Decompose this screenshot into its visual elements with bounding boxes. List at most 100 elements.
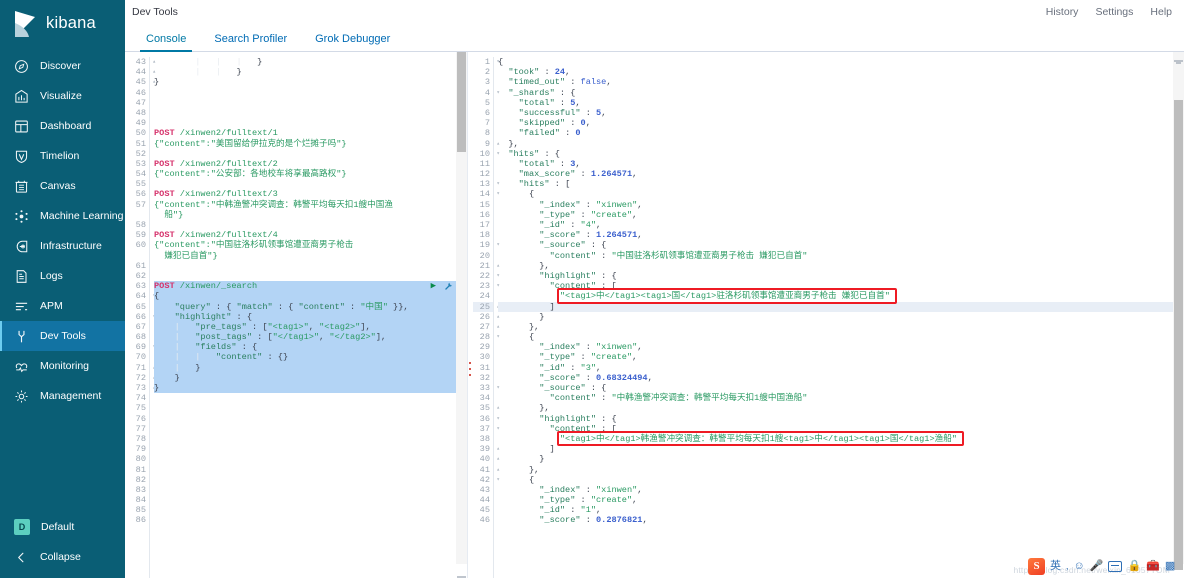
code-line[interactable] (154, 434, 467, 444)
line-number[interactable]: 49 (125, 118, 149, 128)
sidebar-item-discover[interactable]: Discover (0, 51, 125, 81)
code-line[interactable] (154, 179, 467, 189)
code-line[interactable] (154, 88, 467, 98)
line-number[interactable] (125, 251, 149, 261)
code-line[interactable]: "_shards" : { (498, 88, 1184, 98)
sogou-input-method-toolbar[interactable]: S 英 , ☺ 🎤 🔒 🧰 ▩ (1014, 554, 1184, 578)
topbar-link-history[interactable]: History (1046, 6, 1079, 18)
line-number[interactable]: 73▴ (125, 383, 156, 393)
line-number[interactable]: 77 (125, 424, 149, 434)
line-number[interactable]: 76 (125, 414, 149, 424)
line-number[interactable]: 1 ▾ (468, 57, 500, 67)
line-number[interactable]: 65 (125, 302, 149, 312)
code-line[interactable]: } (154, 372, 467, 383)
code-line[interactable]: "content" : "中韩渔警冲突调查：韩警平均每天扣1艘中国渔船" (498, 393, 1184, 403)
code-line[interactable] (154, 414, 467, 424)
line-number[interactable]: 61 (125, 261, 149, 271)
code-line[interactable]: }, (498, 465, 1184, 475)
code-line[interactable] (154, 220, 467, 230)
line-number[interactable]: 81 (125, 465, 149, 475)
line-number[interactable]: 72▴ (125, 373, 156, 383)
line-number[interactable]: 46 (125, 88, 149, 98)
code-line[interactable]: | "fields" : { (154, 342, 467, 353)
code-line[interactable]: "_type" : "create", (498, 352, 1184, 362)
code-line[interactable]: "total" : 3, (498, 159, 1184, 169)
sidebar-item-machine-learning[interactable]: Machine Learning (0, 201, 125, 231)
code-line[interactable]: {"content":"中韩渔警冲突调查：韩警平均每天扣1艘中国渔 (154, 200, 467, 210)
sidebar-item-monitoring[interactable]: Monitoring (0, 351, 125, 381)
code-line[interactable]: { (154, 291, 467, 302)
line-number[interactable]: 67 (125, 322, 149, 332)
code-line[interactable]: "hits" : { (498, 149, 1184, 159)
line-number[interactable]: 69▾ (125, 342, 156, 352)
code-line[interactable] (154, 454, 467, 464)
code-line[interactable]: | | | } (154, 57, 467, 67)
line-number[interactable]: 66▾ (125, 312, 156, 322)
line-number[interactable]: 43 ▴ (125, 57, 156, 67)
play-triangle-icon[interactable]: ▶ (431, 281, 436, 291)
code-line[interactable] (154, 261, 467, 271)
code-line[interactable]: "content" : [ (498, 281, 1184, 291)
code-line[interactable]: {"content":"美国留给伊拉克的是个烂摊子吗"} (154, 139, 467, 149)
code-line[interactable]: POST /xinwen2/fulltext/1 (154, 128, 467, 138)
topbar-link-settings[interactable]: Settings (1095, 6, 1133, 18)
code-line[interactable]: { (498, 57, 1184, 67)
code-line[interactable] (154, 424, 467, 434)
topbar-link-help[interactable]: Help (1150, 6, 1172, 18)
scrollbar-thumb[interactable] (457, 52, 466, 152)
code-line[interactable]: {"content":"中国驻洛杉矶领事馆遭亚裔男子枪击 (154, 240, 467, 250)
code-line[interactable] (154, 118, 467, 128)
line-number[interactable]: 85 (125, 505, 149, 515)
line-number[interactable]: 79 (125, 444, 149, 454)
code-line[interactable]: } (154, 77, 467, 87)
code-line[interactable]: "<tag1>中</tag1><tag1>国</tag1>驻洛杉矶领事馆遭亚裔男… (498, 291, 1184, 301)
space-selector-default[interactable]: D Default (0, 512, 125, 542)
code-line[interactable]: { (498, 475, 1184, 485)
code-line[interactable]: ] (498, 301, 1184, 312)
code-line[interactable]: "_score" : 1.264571, (498, 230, 1184, 240)
code-line[interactable]: "highlight" : { (498, 271, 1184, 281)
code-line[interactable] (154, 485, 467, 495)
tab-search-profiler[interactable]: Search Profiler (200, 34, 301, 51)
code-line[interactable]: "_score" : 0.2876821, (498, 515, 1184, 525)
line-number[interactable]: 50 (125, 128, 149, 138)
code-line[interactable]: POST /xinwen2/fulltext/3 (154, 189, 467, 199)
line-number[interactable]: 68 (125, 332, 149, 342)
line-number[interactable]: 45 ▴ (125, 77, 156, 87)
response-pane[interactable]: 1 ▾ 2 3 4 ▾ 5 6 7 8 9 ▴ 10 ▾ 11 12 13 ▾ 14 ▾ 15 16 17 18 19 ▾ 20 21… (468, 52, 1184, 578)
code-line[interactable] (154, 465, 467, 475)
line-number[interactable]: 62 (125, 271, 149, 281)
sidebar-item-dashboard[interactable]: Dashboard (0, 111, 125, 141)
code-line[interactable]: | | "content" : {} (154, 352, 467, 363)
code-line[interactable]: "<tag1>中</tag1>韩渔警冲突调查：韩警平均每天扣1艘<tag1>中<… (498, 434, 1184, 444)
code-line[interactable]: { (498, 332, 1184, 342)
line-number[interactable]: 44 ▴ (125, 67, 156, 77)
code-line[interactable] (154, 271, 467, 281)
scrollbar-thumb[interactable] (1174, 100, 1183, 570)
code-line[interactable]: ] (498, 444, 1184, 454)
code-line[interactable] (154, 444, 467, 454)
collapse-nav-button[interactable]: Collapse (0, 542, 125, 572)
code-line[interactable]: "_id" : "4", (498, 220, 1184, 230)
wrench-icon[interactable] (444, 282, 453, 291)
line-number[interactable]: 86 (125, 515, 149, 525)
request-gutter[interactable]: 43 ▴ 44 ▴ 45 ▴ 46 47 48 49 50 51 52 53 54 55 56 57 58 59 60… (125, 57, 156, 578)
response-vertical-scrollbar[interactable] (1173, 52, 1184, 570)
line-number[interactable]: 75 (125, 403, 149, 413)
english-mode-icon[interactable]: 英 (1050, 560, 1061, 572)
sidebar-item-logs[interactable]: Logs (0, 261, 125, 291)
line-number[interactable]: 53 (125, 159, 149, 169)
kibana-brand[interactable]: kibana (0, 0, 125, 47)
code-line[interactable] (154, 475, 467, 485)
code-line[interactable]: }, (498, 322, 1184, 332)
line-number[interactable]: 80 (125, 454, 149, 464)
line-number[interactable]: 70 (125, 352, 149, 362)
line-number[interactable]: 3 (468, 77, 493, 87)
code-line[interactable] (154, 505, 467, 515)
code-line[interactable]: "_index" : "xinwen", (498, 200, 1184, 210)
code-line[interactable]: | | } (154, 67, 467, 77)
keyboard-icon[interactable] (1108, 560, 1123, 572)
line-number[interactable]: 57 (125, 200, 149, 210)
code-line[interactable]: {"content":"公安部：各地校车将享最高路权"} (154, 169, 467, 179)
line-number[interactable]: 84 (125, 495, 149, 505)
